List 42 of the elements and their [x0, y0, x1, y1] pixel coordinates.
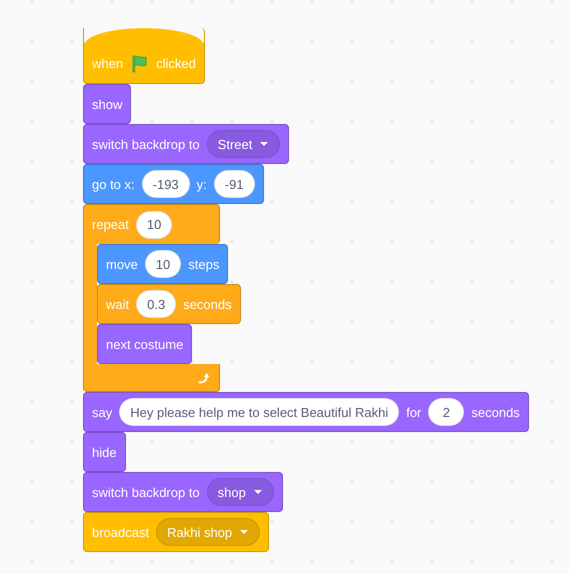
block-label: repeat: [92, 217, 129, 232]
text-input[interactable]: Hey please help me to select Beautiful Rakhi: [119, 398, 400, 426]
block-label: broadcast: [92, 524, 150, 540]
block-label: switch backdrop to: [92, 136, 200, 152]
block-label: for: [406, 404, 422, 420]
caret-icon: [252, 489, 263, 495]
code-block[interactable]: switch backdrop to shop: [83, 472, 283, 512]
block-label: switch backdrop to: [92, 484, 200, 500]
caret-icon: [239, 529, 250, 535]
block-label: hide: [92, 444, 117, 460]
dropdown-menu[interactable]: shop: [206, 478, 274, 506]
number-input[interactable]: -91: [214, 170, 255, 198]
block-label: when: [92, 56, 124, 71]
loop-arrow-icon: [197, 370, 211, 384]
repeat-block[interactable]: repeat 10: [83, 204, 220, 244]
block-label: steps: [188, 256, 220, 272]
number-input[interactable]: -193: [142, 170, 190, 198]
block-label: say: [92, 404, 112, 420]
block-label: go to x:: [92, 176, 135, 192]
flag-icon: [130, 54, 150, 73]
block-label: seconds: [183, 296, 232, 312]
code-block[interactable]: wait 0.3 seconds: [97, 284, 241, 324]
block-label: next costume: [106, 336, 184, 352]
block-label: clicked: [156, 56, 196, 71]
caret-icon: [259, 141, 270, 147]
number-input[interactable]: 0.3: [136, 290, 176, 318]
code-block[interactable]: show: [83, 84, 132, 124]
code-block[interactable]: say Hey please help me to select Beautiful Rakhi for 2 seconds: [83, 392, 529, 432]
dropdown-menu[interactable]: Street: [206, 130, 280, 158]
code-block[interactable]: next costume: [97, 324, 192, 364]
block-label: show: [92, 96, 122, 112]
block-label: y:: [196, 176, 207, 192]
number-input[interactable]: 10: [136, 210, 172, 238]
block-label: wait: [106, 296, 130, 312]
code-block[interactable]: go to x: -193 y: -91: [83, 164, 264, 204]
code-block[interactable]: switch backdrop to Street: [83, 124, 290, 164]
code-block[interactable]: move 10 steps: [97, 244, 228, 284]
block-label: move: [106, 256, 138, 272]
code-block[interactable]: hide: [83, 432, 126, 472]
number-input[interactable]: 2: [428, 398, 464, 426]
number-input[interactable]: 10: [144, 250, 182, 278]
block-label: seconds: [471, 404, 520, 420]
